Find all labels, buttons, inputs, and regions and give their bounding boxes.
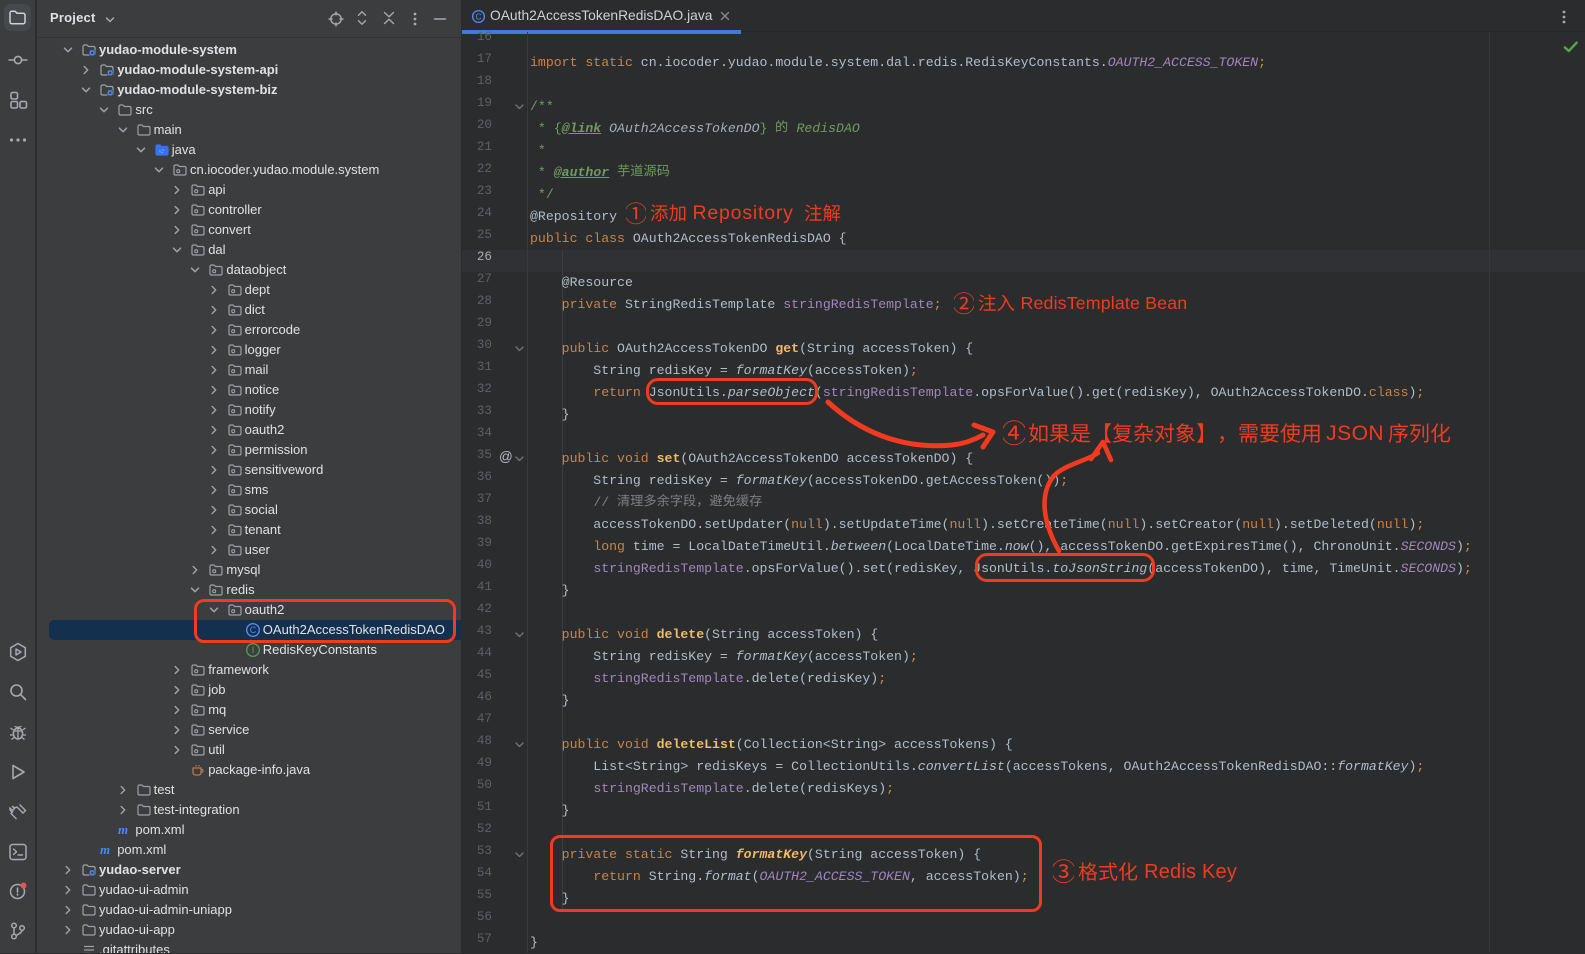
svg-text:I: I xyxy=(252,645,255,655)
svg-text:C: C xyxy=(475,12,481,22)
svg-text:m: m xyxy=(100,842,110,857)
svg-text:m: m xyxy=(118,822,128,837)
